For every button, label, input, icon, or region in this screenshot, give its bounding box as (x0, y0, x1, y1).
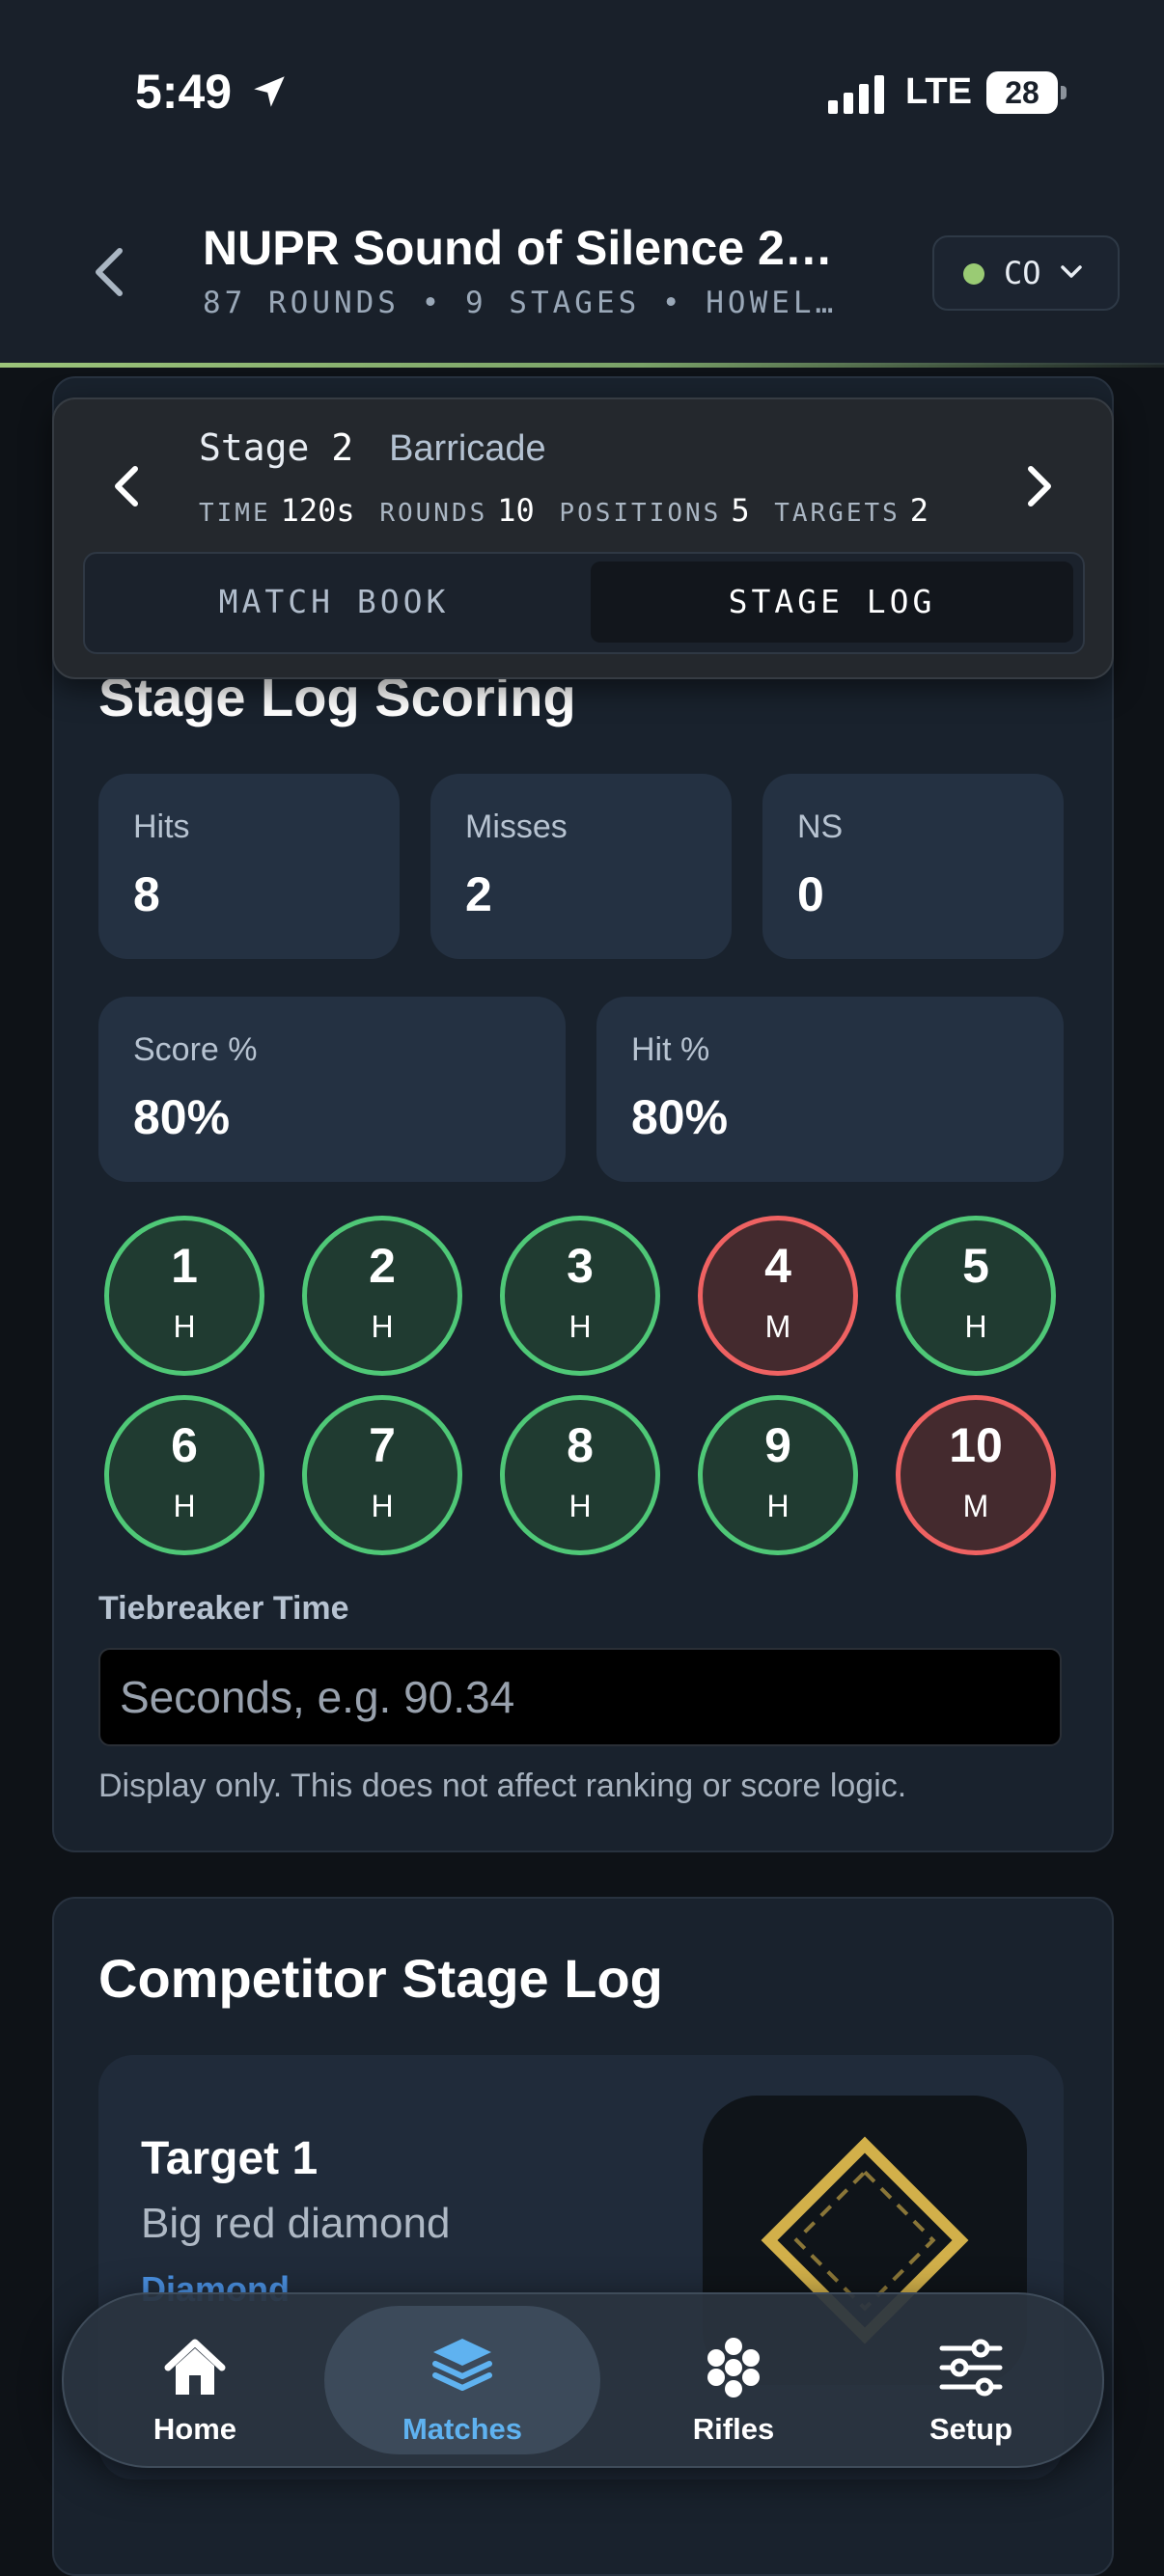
match-subtitle: 87 ROUNDS • 9 STAGES • HOWEL… (203, 286, 838, 320)
shot-bubble[interactable]: 3H (500, 1216, 660, 1376)
rounds-value: 10 (497, 492, 535, 529)
tab-rifles-label: Rifles (692, 2412, 775, 2446)
competitor-stage-log-title: Competitor Stage Log (98, 1948, 663, 2009)
time-label: TIME (199, 499, 271, 528)
stage-navigator: Stage 2 Barricade TIME 120s ROUNDS 10 POSI… (52, 397, 1114, 679)
stage-label: Stage (199, 426, 310, 469)
score-percent-label: Score % (133, 1031, 258, 1068)
shot-bubble[interactable]: 8H (500, 1395, 660, 1555)
tab-match-book[interactable]: MATCH BOOK (93, 562, 575, 643)
hits-stat: Hits 8 (98, 774, 400, 959)
shot-bubble[interactable]: 6H (104, 1395, 264, 1555)
layers-icon (432, 2339, 492, 2391)
target-description: Big red diamond (141, 2200, 451, 2247)
tab-home[interactable]: Home (79, 2306, 311, 2454)
shot-bubble[interactable]: 1H (104, 1216, 264, 1376)
previous-stage-icon[interactable] (106, 457, 145, 515)
score-percent-value: 80% (133, 1090, 231, 1144)
targets-label: TARGETS (774, 499, 901, 528)
battery-cap (1061, 86, 1067, 99)
score-percent-stat: Score % 80% (98, 997, 566, 1182)
division-status-dot (963, 263, 984, 285)
chevron-down-icon (1061, 265, 1082, 278)
hit-percent-stat: Hit % 80% (596, 997, 1064, 1182)
no-shoot-value: 0 (797, 867, 824, 921)
tab-setup[interactable]: Setup (855, 2306, 1087, 2454)
tiebreaker-time-input[interactable] (98, 1648, 1062, 1746)
tab-matches-label: Matches (402, 2412, 523, 2446)
cartridges-icon (707, 2338, 760, 2398)
bottom-tab-bar: Home Matches Rifles Setup (62, 2292, 1104, 2468)
tiebreaker-label: Tiebreaker Time (98, 1590, 349, 1627)
shot-bubble[interactable]: 7H (302, 1395, 462, 1555)
home-icon (164, 2339, 226, 2395)
division-selector[interactable]: CO (932, 235, 1120, 311)
match-title: NUPR Sound of Silence 2… (203, 221, 833, 275)
positions-value: 5 (731, 492, 750, 529)
next-stage-icon[interactable] (1021, 457, 1060, 515)
time-value: 120s (280, 492, 355, 529)
tab-matches[interactable]: Matches (324, 2306, 600, 2454)
network-type: LTE (905, 71, 972, 112)
status-time: 5:49 (135, 65, 233, 119)
tab-home-label: Home (152, 2412, 237, 2446)
tiebreaker-note: Display only. This does not affect ranki… (98, 1768, 907, 1804)
hit-percent-value: 80% (631, 1090, 729, 1144)
back-chevron-icon[interactable] (89, 243, 127, 301)
tab-stage-log[interactable]: STAGE LOG (591, 562, 1073, 643)
misses-stat: Misses 2 (430, 774, 732, 959)
hits-value: 8 (133, 867, 160, 921)
shot-bubble[interactable]: 2H (302, 1216, 462, 1376)
header-accent-line (0, 363, 1164, 368)
misses-value: 2 (465, 867, 492, 921)
shot-bubble[interactable]: 10 M (896, 1395, 1056, 1555)
shot-bubble[interactable]: 5H (896, 1216, 1056, 1376)
rounds-label: ROUNDS (379, 499, 488, 528)
positions-label: POSITIONS (559, 499, 722, 528)
targets-value: 2 (909, 492, 929, 529)
view-segmented-control: MATCH BOOK STAGE LOG (83, 552, 1085, 654)
cellular-signal-icon (828, 75, 884, 114)
shot-bubble[interactable]: 4M (698, 1216, 858, 1376)
stage-meta: TIME 120s ROUNDS 10 POSITIONS 5 TARGETS 2 (199, 492, 944, 529)
division-code: CO (1004, 255, 1041, 291)
stage-number: 2 (331, 426, 354, 469)
shot-bubble[interactable]: 9H (698, 1395, 858, 1555)
stage-name: Barricade (389, 428, 546, 469)
no-shoot-label: NS (797, 808, 844, 845)
misses-label: Misses (465, 808, 568, 845)
no-shoot-stat: NS 0 (762, 774, 1064, 959)
tab-setup-label: Setup (928, 2412, 1013, 2446)
tab-rifles[interactable]: Rifles (618, 2306, 849, 2454)
hit-percent-label: Hit % (631, 1031, 710, 1068)
battery-level: 28 (986, 71, 1058, 114)
target-title: Target 1 (141, 2133, 319, 2184)
location-arrow-icon (254, 76, 285, 107)
sliders-icon (939, 2339, 1003, 2397)
hits-label: Hits (133, 808, 190, 845)
stage-heading: Stage 2 Barricade (199, 426, 546, 470)
